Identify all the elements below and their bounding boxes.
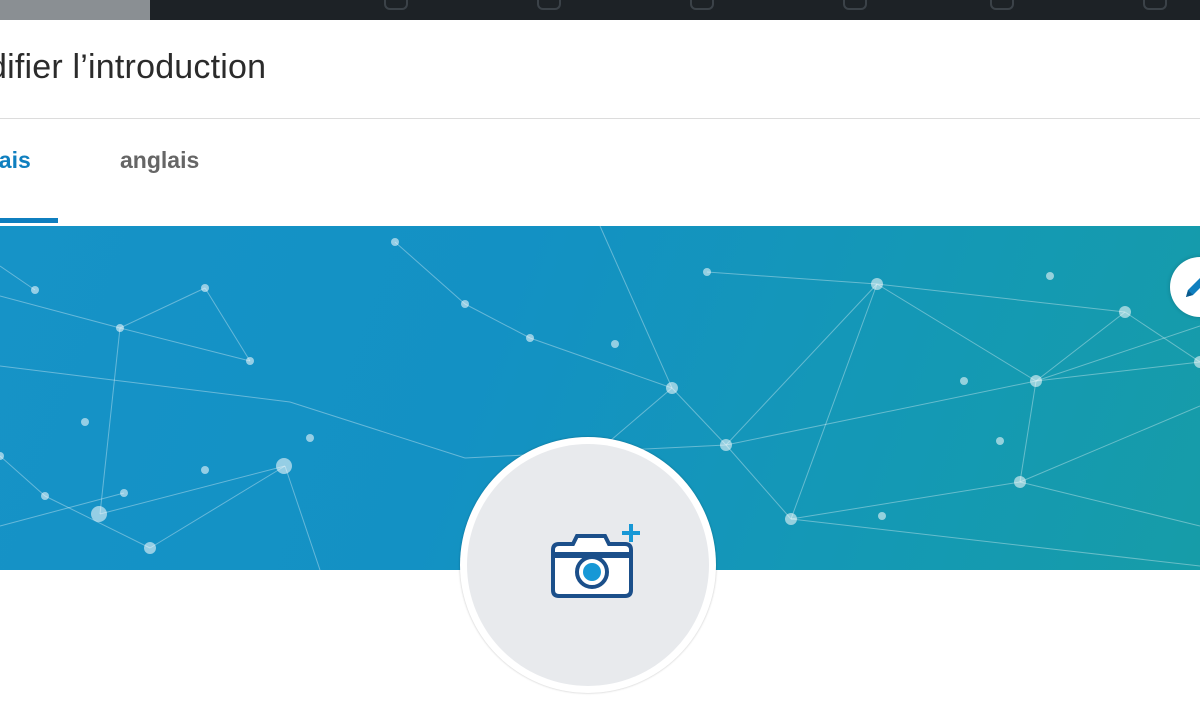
modal-title: difier l’introduction	[0, 48, 267, 86]
app-top-bar	[0, 0, 1200, 20]
avatar-placeholder	[467, 444, 709, 686]
nav-icon	[690, 0, 714, 10]
camera-plus-icon	[551, 524, 640, 598]
nav-icon	[843, 0, 867, 10]
nav-icon	[537, 0, 561, 10]
language-tabs: çais anglais	[0, 119, 1200, 226]
tab-francais[interactable]: çais	[0, 147, 31, 174]
top-bar-panel	[0, 0, 150, 20]
tab-anglais[interactable]: anglais	[120, 147, 199, 174]
nav-icon	[990, 0, 1014, 10]
nav-icon	[1143, 0, 1167, 10]
nav-icon	[384, 0, 408, 10]
modal-header: difier l’introduction	[0, 20, 1200, 119]
active-tab-indicator	[0, 218, 58, 223]
profile-photo-button[interactable]	[460, 437, 716, 693]
pencil-icon	[1186, 278, 1200, 297]
